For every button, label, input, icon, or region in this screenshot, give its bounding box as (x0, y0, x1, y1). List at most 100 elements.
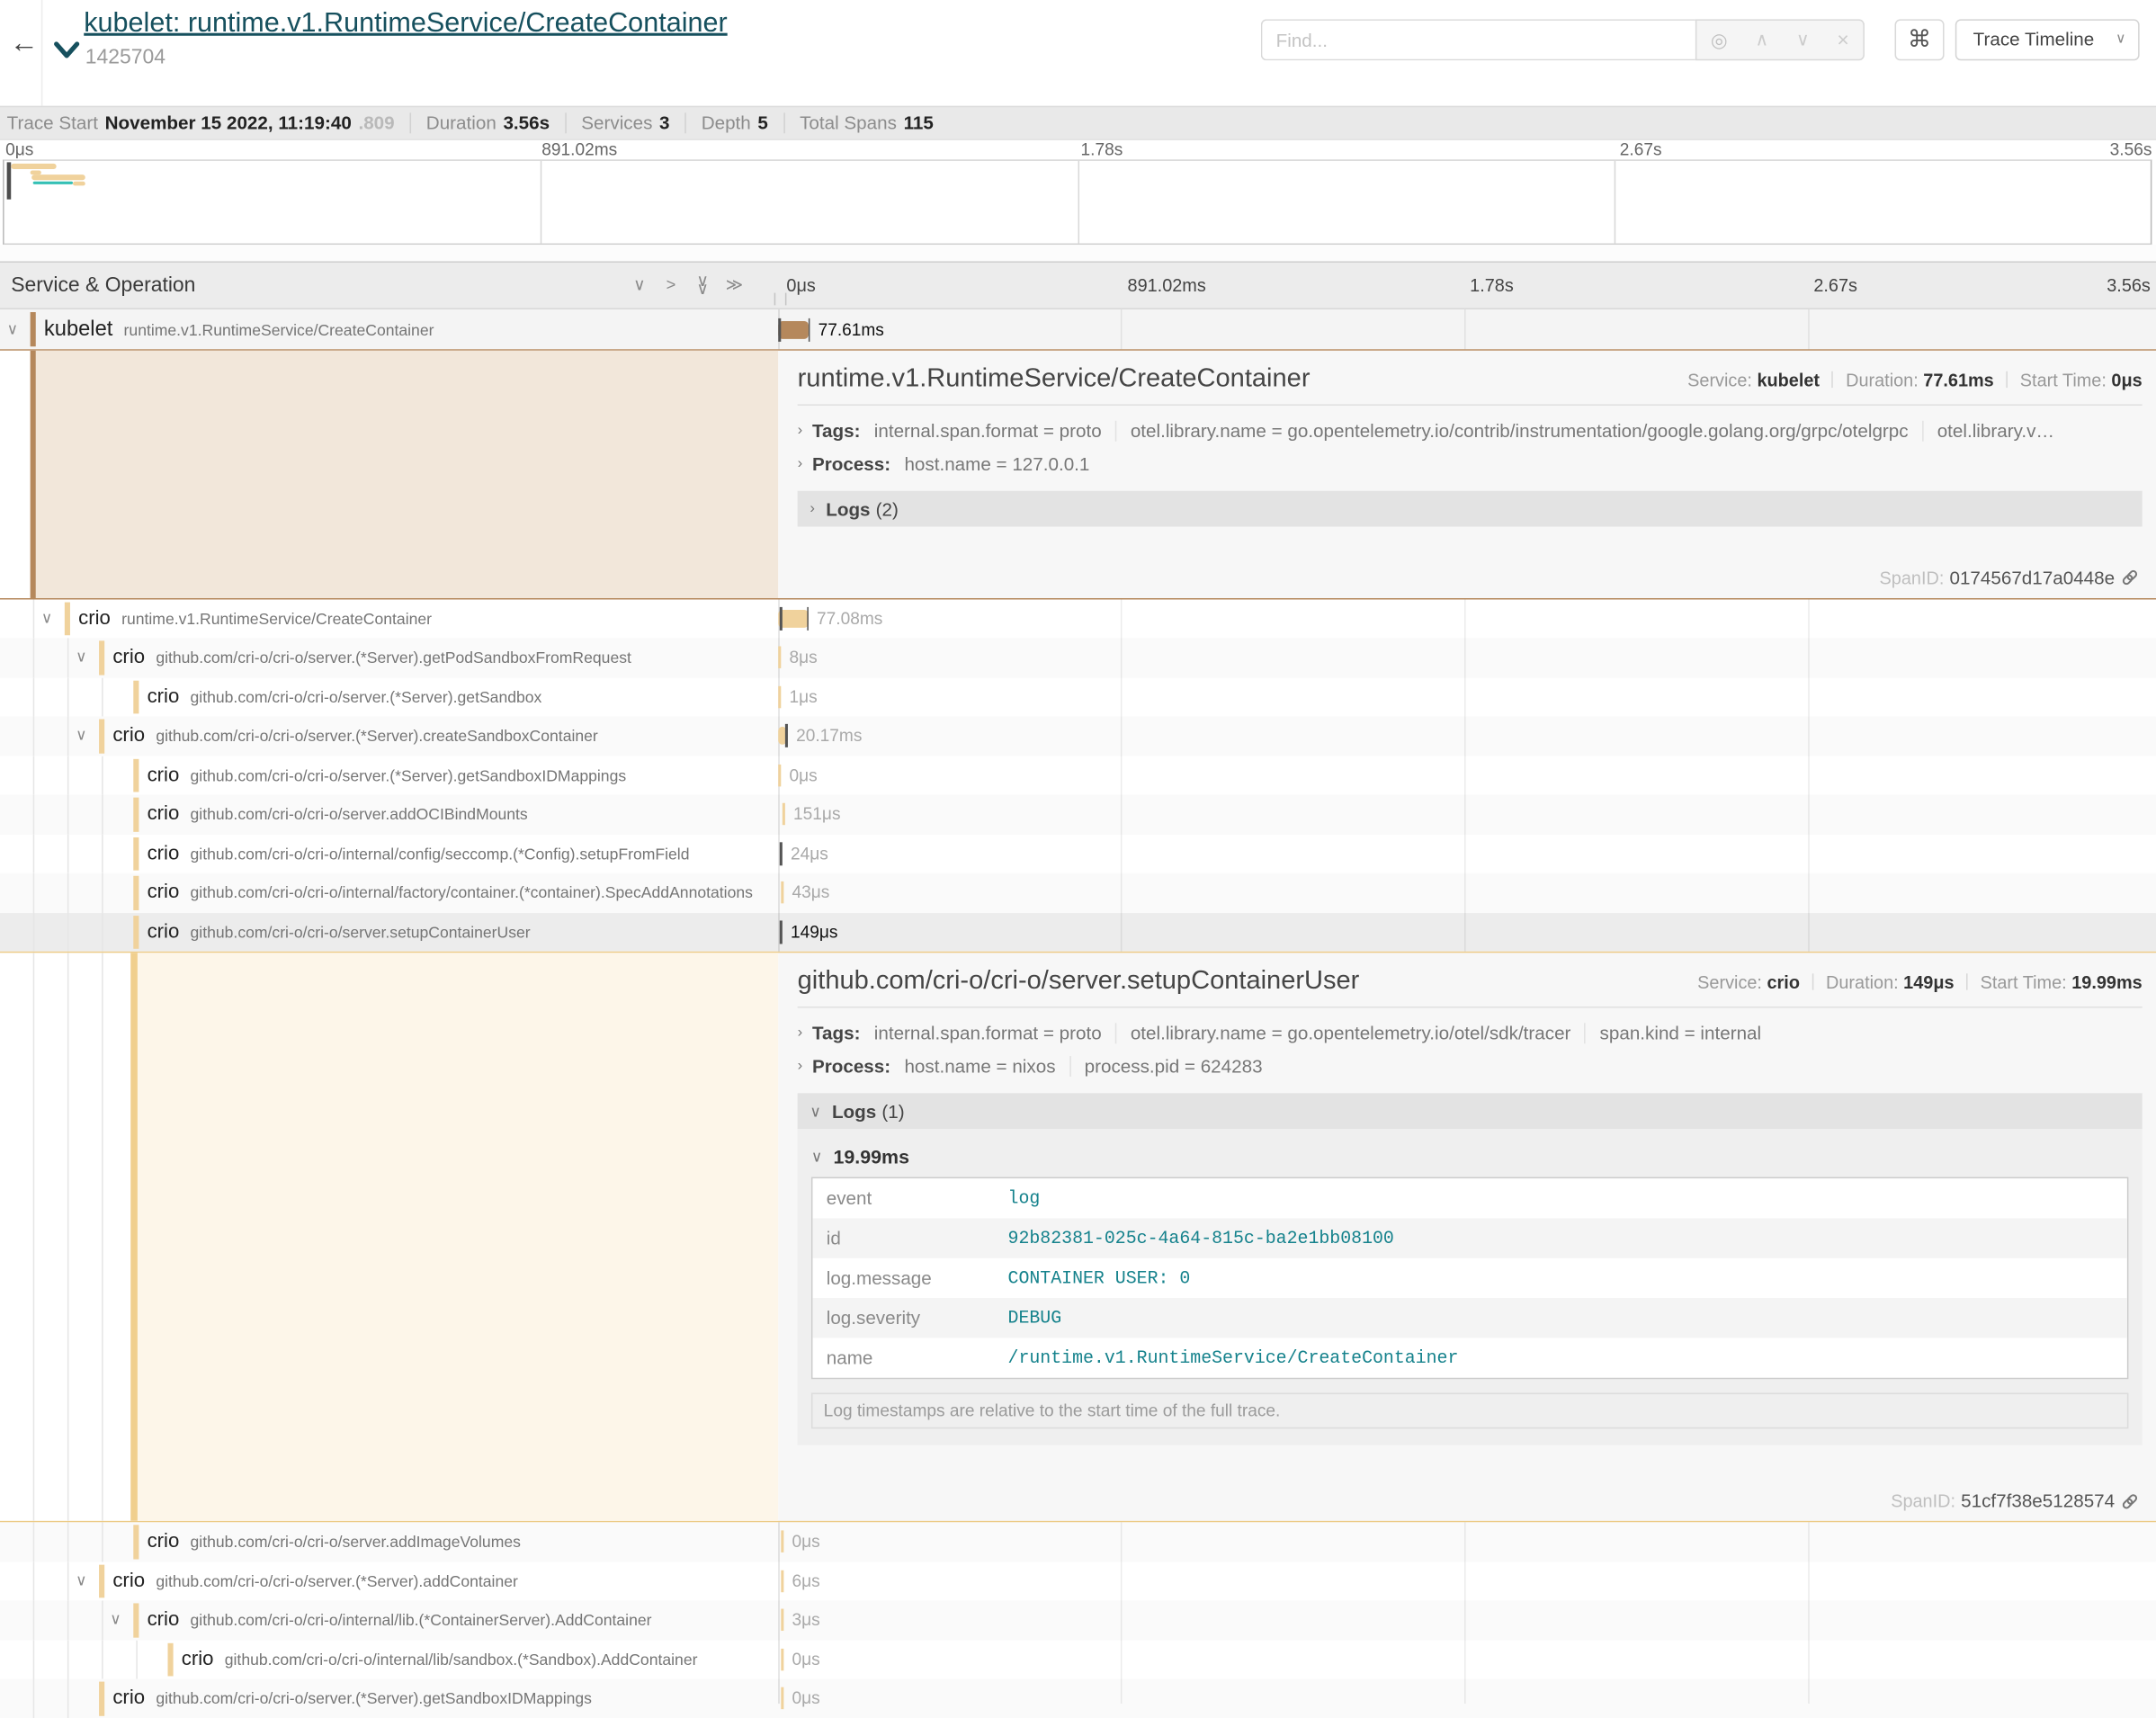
log-marker-tick (780, 607, 782, 631)
next-match-icon[interactable]: ∨ (1796, 29, 1810, 50)
log-marker-tick (785, 724, 787, 747)
span-row[interactable]: criogithub.com/cri-o/cri-o/server.addIma… (0, 1522, 2156, 1561)
tags-row[interactable]: › Tags: internal.span.format = proto ote… (798, 1016, 2143, 1050)
keyboard-shortcuts-button[interactable]: ⌘ (1895, 19, 1945, 60)
chevron-down-icon[interactable]: ∨ (110, 1610, 121, 1628)
span-color-bar (168, 1642, 173, 1676)
indent-guide (102, 1522, 103, 1561)
chevron-down-icon: ∨ (2116, 21, 2125, 59)
span-service-name: crio (148, 1609, 180, 1631)
minimap-gridline (541, 161, 542, 244)
logs-expander[interactable]: › Logs (2) (798, 491, 2143, 527)
log-field-row: eventlog (812, 1178, 2126, 1218)
copy-link-icon[interactable] (2120, 1491, 2139, 1510)
span-row[interactable]: criogithub.com/cri-o/cri-o/server.setupC… (0, 912, 2156, 952)
clear-find-icon[interactable]: × (1837, 28, 1848, 51)
span-operation: github.com/cri-o/cri-o/internal/lib/sand… (225, 1652, 698, 1669)
span-bar[interactable] (781, 1649, 783, 1670)
span-bar[interactable] (778, 765, 781, 786)
indent-guide (67, 638, 69, 677)
span-id-value: 51cf7f38e5128574 (1961, 1490, 2115, 1511)
expand-all-icon[interactable]: ≫ (725, 275, 744, 296)
span-row[interactable]: criogithub.com/cri-o/cri-o/server.(*Serv… (0, 677, 2156, 717)
collapse-one-icon[interactable]: ∨ (630, 275, 649, 296)
timeline-ruler-tick: 2.67s (1813, 275, 1857, 296)
span-duration-label: 77.61ms (819, 319, 884, 338)
chevron-right-icon: › (810, 500, 815, 516)
trace-title-link[interactable]: kubelet: runtime.v1.RuntimeService/Creat… (84, 8, 727, 40)
span-row[interactable]: criogithub.com/cri-o/cri-o/server.addOCI… (0, 795, 2156, 835)
process-row[interactable]: › Process: host.name = 127.0.0.1 (798, 447, 2143, 480)
span-operation: runtime.v1.RuntimeService/CreateContaine… (121, 612, 432, 628)
span-row[interactable]: criogithub.com/cri-o/cri-o/server.(*Serv… (0, 756, 2156, 795)
span-bar[interactable] (781, 1570, 783, 1591)
span-bar[interactable] (778, 647, 781, 668)
span-duration-label: 3μs (792, 1610, 820, 1629)
span-bar[interactable] (778, 685, 781, 707)
log-field-row: name/runtime.v1.RuntimeService/CreateCon… (812, 1338, 2126, 1377)
span-row[interactable]: criogithub.com/cri-o/cri-o/internal/fact… (0, 873, 2156, 913)
span-bar[interactable] (780, 920, 782, 944)
span-bar[interactable] (780, 842, 782, 865)
indent-guide (67, 716, 69, 756)
match-focus-icon[interactable]: ◎ (1711, 28, 1728, 51)
span-duration-label: 0μs (792, 1650, 820, 1669)
span-row[interactable]: criogithub.com/cri-o/cri-o/server.(*Serv… (0, 1679, 2156, 1718)
logs-expander[interactable]: ∨ Logs (1) (798, 1093, 2143, 1129)
expand-one-icon[interactable]: > (661, 275, 680, 296)
minimap-scrubber[interactable] (7, 162, 12, 199)
span-bar[interactable] (781, 1531, 783, 1552)
tags-row[interactable]: › Tags: internal.span.format = proto ote… (798, 414, 2143, 447)
span-row[interactable]: crioruntime.v1.RuntimeService/CreateCont… (0, 599, 2156, 639)
indent-guide (33, 873, 35, 913)
span-duration-label: 0μs (792, 1689, 820, 1708)
timeline-grid-header: Service & Operation ∨ > ∨∨ ≫ 0μs 891.02m… (0, 261, 2156, 309)
span-bar[interactable] (783, 803, 785, 825)
span-color-bar (99, 640, 103, 674)
trace-minimap[interactable] (3, 159, 2152, 245)
tag-item: span.kind = internal (1585, 1023, 1776, 1043)
ruler-tick: 3.56s (2110, 140, 2152, 159)
chevron-down-icon[interactable]: ∨ (76, 726, 86, 744)
indent-guide (102, 1640, 103, 1679)
span-bar[interactable] (778, 320, 809, 338)
span-row[interactable]: criogithub.com/cri-o/cri-o/server.(*Serv… (0, 638, 2156, 677)
back-icon[interactable]: ← (10, 28, 39, 61)
span-operation: github.com/cri-o/cri-o/server.(*Server).… (191, 768, 627, 784)
span-row[interactable]: criogithub.com/cri-o/cri-o/internal/lib/… (0, 1640, 2156, 1679)
indent-guide (136, 1640, 138, 1679)
chevron-down-icon: ∨ (811, 1148, 822, 1166)
span-row[interactable]: criogithub.com/cri-o/cri-o/server.(*Serv… (0, 716, 2156, 756)
span-row[interactable]: criogithub.com/cri-o/cri-o/internal/lib.… (0, 1600, 2156, 1640)
collapse-trace-header-icon[interactable] (54, 41, 80, 67)
chevron-right-icon: › (798, 455, 803, 471)
indent-guide (67, 1522, 69, 1561)
process-item: process.pid = 624283 (1069, 1055, 1276, 1076)
span-row[interactable]: criogithub.com/cri-o/cri-o/internal/conf… (0, 834, 2156, 873)
minimap-span-bar (33, 181, 73, 184)
chevron-down-icon[interactable]: ∨ (76, 1571, 86, 1589)
chevron-down-icon[interactable]: ∨ (76, 648, 86, 666)
process-row[interactable]: › Process: host.name = nixos process.pid… (798, 1049, 2143, 1082)
span-row[interactable]: criogithub.com/cri-o/cri-o/server.(*Serv… (0, 1561, 2156, 1601)
find-input[interactable] (1261, 19, 1695, 60)
trace-view-selector[interactable]: Trace Timeline ∨ (1955, 19, 2140, 60)
copy-link-icon[interactable] (2120, 568, 2139, 586)
ruler-tick: 2.67s (1620, 140, 1662, 159)
span-bar[interactable] (778, 610, 808, 628)
span-row[interactable]: kubeletruntime.v1.RuntimeService/CreateC… (0, 309, 2156, 349)
collapse-all-icon[interactable]: ∨∨ (693, 275, 711, 296)
span-bar[interactable] (781, 1609, 783, 1631)
column-resizer-grip[interactable] (774, 293, 787, 306)
trace-start-value: November 15 2022, 11:19:40 (105, 112, 352, 133)
span-bar[interactable] (781, 881, 783, 903)
prev-match-icon[interactable]: ∧ (1755, 29, 1768, 50)
indent-guide (33, 1679, 35, 1718)
span-bar[interactable] (781, 1687, 783, 1709)
process-item: host.name = nixos (904, 1055, 1069, 1076)
log-entry-expander[interactable]: ∨ 19.99ms (811, 1141, 2128, 1172)
chevron-down-icon[interactable]: ∨ (41, 609, 52, 627)
logs-count: (1) (881, 1101, 904, 1122)
chevron-down-icon[interactable]: ∨ (7, 319, 18, 337)
span-detail-row-kubelet: runtime.v1.RuntimeService/CreateContaine… (0, 349, 2156, 598)
